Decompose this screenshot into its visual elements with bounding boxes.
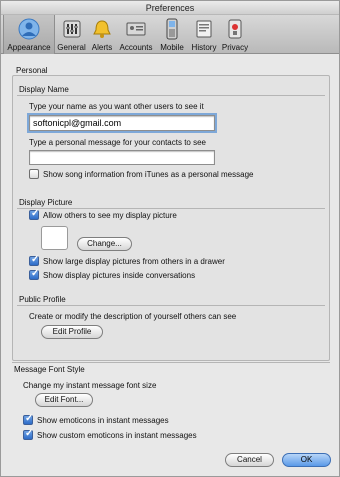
preferences-window: Preferences Appearance General Alerts Ac… [0, 0, 340, 477]
personal-message-field[interactable] [29, 150, 215, 165]
show-emoticons-checkbox[interactable]: Show emoticons in instant messages [23, 413, 169, 425]
message-font-title: Message Font Style [14, 365, 85, 374]
cancel-button[interactable]: Cancel [225, 453, 274, 467]
display-name-title: Display Name [19, 85, 69, 94]
allow-others-checkbox-mark[interactable] [29, 208, 39, 220]
display-picture-well[interactable] [41, 226, 68, 250]
appearance-pane: Personal Display Name Type your name as … [1, 55, 339, 476]
toolbar-tab-mobile[interactable]: Mobile [156, 15, 188, 54]
show-song-checkbox[interactable]: Show song information from iTunes as a p… [29, 169, 253, 179]
toolbar-tab-alerts[interactable]: Alerts [88, 15, 116, 54]
name-prompt: Type your name as you want other users t… [29, 102, 204, 111]
show-large-pictures-label: Show large display pictures from others … [43, 256, 225, 266]
toolbar-label-accounts: Accounts [119, 43, 153, 52]
public-profile-title: Public Profile [19, 295, 66, 304]
toolbar-label-general: General [57, 43, 86, 52]
ok-button[interactable]: OK [282, 453, 331, 467]
toolbar-label-privacy: Privacy [221, 43, 249, 52]
personal-section-title: Personal [16, 66, 48, 75]
show-song-label: Show song information from iTunes as a p… [43, 169, 254, 179]
toolbar-tab-accounts[interactable]: Accounts [117, 15, 155, 54]
show-emoticons-checkbox-mark[interactable] [23, 413, 33, 425]
toolbar-label-mobile: Mobile [160, 43, 184, 52]
show-inside-conversations-label: Show display pictures inside conversatio… [43, 270, 196, 280]
toolbar-tab-appearance[interactable]: Appearance [3, 15, 55, 54]
edit-profile-button[interactable]: Edit Profile [41, 325, 103, 339]
change-picture-button[interactable]: Change... [77, 237, 132, 251]
allow-others-checkbox[interactable]: Allow others to see my display picture [29, 208, 177, 220]
show-large-pictures-checkbox-mark[interactable] [29, 254, 39, 266]
show-custom-emoticons-label: Show custom emoticons in instant message… [37, 430, 197, 440]
display-picture-title: Display Picture [19, 198, 73, 207]
message-prompt: Type a personal message for your contact… [29, 138, 206, 147]
toolbar-label-alerts: Alerts [91, 43, 113, 52]
message-font-description: Change my instant message font size [23, 381, 157, 390]
bell-icon [93, 20, 111, 38]
person-silhouette-icon [18, 18, 40, 40]
personal-box: Display Name Type your name as you want … [12, 75, 330, 361]
show-custom-emoticons-checkbox-mark[interactable] [23, 428, 33, 440]
window-title: Preferences [1, 1, 339, 15]
show-inside-conversations-checkbox[interactable]: Show display pictures inside conversatio… [29, 268, 196, 280]
history-book-icon [196, 20, 212, 38]
display-name-field[interactable] [27, 113, 217, 133]
accounts-icon [126, 22, 146, 36]
toolbar-label-history: History [191, 43, 217, 52]
show-song-checkbox-mark[interactable] [29, 169, 39, 179]
personal-message-input[interactable] [30, 151, 214, 164]
show-large-pictures-checkbox[interactable]: Show large display pictures from others … [29, 254, 225, 266]
edit-font-button[interactable]: Edit Font... [35, 393, 93, 407]
allow-others-label: Allow others to see my display picture [43, 210, 177, 220]
divider [17, 305, 325, 306]
toolbar-tab-general[interactable]: General [56, 15, 87, 54]
toolbar-label-appearance: Appearance [7, 43, 51, 52]
divider [17, 95, 325, 96]
toolbar-tab-history[interactable]: History [189, 15, 219, 54]
switch-panel-icon [63, 20, 80, 38]
divider [17, 208, 325, 209]
show-custom-emoticons-checkbox[interactable]: Show custom emoticons in instant message… [23, 428, 197, 440]
show-inside-conversations-checkbox-mark[interactable] [29, 268, 39, 280]
mobile-phone-icon [166, 18, 178, 40]
display-name-input[interactable] [30, 116, 214, 130]
public-profile-description: Create or modify the description of your… [29, 312, 237, 321]
preferences-toolbar: Appearance General Alerts Accounts Mobil… [1, 15, 339, 54]
toolbar-tab-privacy[interactable]: Privacy [220, 15, 250, 54]
show-emoticons-label: Show emoticons in instant messages [37, 415, 169, 425]
section-separator [12, 362, 330, 363]
privacy-lock-icon [228, 19, 242, 39]
